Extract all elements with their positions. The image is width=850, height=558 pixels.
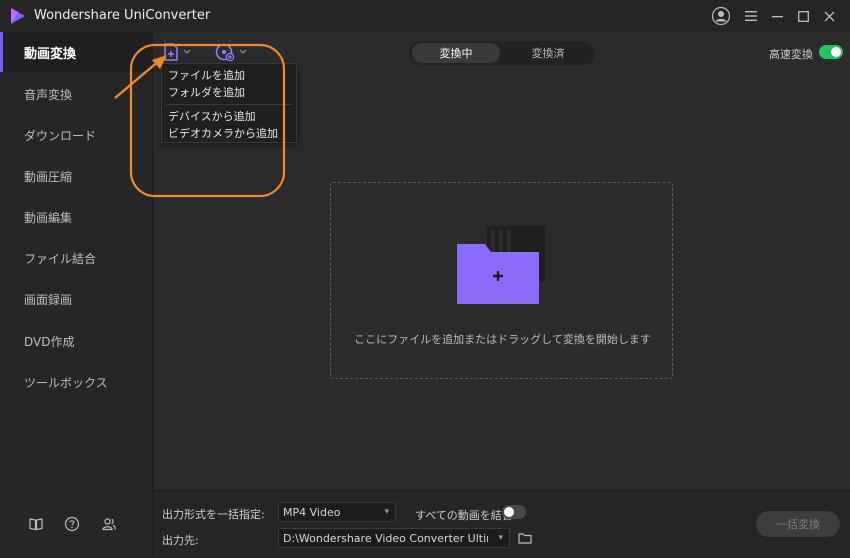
drop-zone[interactable]: ここにファイルを追加またはドラッグして変換を開始します [330,182,673,379]
drop-zone-hint: ここにファイルを追加またはドラッグして変換を開始します [354,333,651,346]
output-path-select[interactable]: D:\Wondershare Video Converter Ultimate\… [278,528,510,548]
chevron-down-icon [239,49,247,54]
sidebar-item-audio-convert[interactable]: 音声変換 [0,74,153,114]
account-icon[interactable] [710,5,732,27]
sidebar-item-label: 動画編集 [24,210,73,225]
sidebar-item-label: 動画圧縮 [24,169,73,184]
add-disc-icon [215,43,235,62]
tab-converting[interactable]: 変換中 [412,43,500,63]
sidebar-item-screen-record[interactable]: 画面録画 [0,279,153,319]
toggle-knob [831,47,841,57]
help-icon[interactable] [64,516,80,532]
folder-add-icon [457,226,545,304]
menu-item-add-folder[interactable]: フォルダを追加 [168,84,245,100]
sidebar-item-dvd[interactable]: DVD作成 [0,321,153,361]
main-panel: 変換中 変換済 高速変換 ファイルを追加 フォルダを追加 デバイスから追加 ビデ… [153,32,850,558]
app-title: Wondershare UniConverter [34,8,211,23]
merge-toggle[interactable] [502,505,526,519]
sidebar-item-label: ダウンロード [24,128,97,143]
output-path-label: 出力先: [162,534,199,547]
chevron-down-icon: ▾ [384,507,389,517]
sidebar: 動画変換 音声変換 ダウンロード 動画圧縮 動画編集 ファイル結合 画面録画 D… [0,32,153,558]
book-icon[interactable] [28,516,44,532]
speed-label: 高速変換 [769,48,813,61]
chevron-down-icon [183,49,191,54]
menu-item-add-from-device[interactable]: デバイスから追加 [168,108,256,124]
app-logo-icon [11,8,25,24]
speed-toggle[interactable] [819,45,843,59]
close-icon[interactable] [818,5,840,27]
add-dropdown-menu: ファイルを追加 フォルダを追加 デバイスから追加 ビデオカメラから追加 [161,63,297,143]
output-format-label: 出力形式を一括指定: [162,508,265,521]
status-tabs: 変換中 変換済 [409,41,595,65]
menu-icon[interactable] [740,5,762,27]
add-file-icon [164,43,178,61]
output-format-value: MP4 Video [283,505,341,519]
sidebar-item-label: 動画変換 [24,46,77,62]
output-path-value: D:\Wondershare Video Converter Ultimate\… [283,531,488,545]
sidebar-item-download[interactable]: ダウンロード [0,115,153,155]
sidebar-item-merge[interactable]: ファイル結合 [0,238,153,278]
tab-label: 変換済 [531,47,565,60]
tab-label: 変換中 [439,47,473,60]
output-format-select[interactable]: MP4 Video ▾ [278,502,396,522]
bottom-bar: 出力形式を一括指定: MP4 Video ▾ すべての動画を結合 出力先: D:… [153,490,850,558]
sidebar-item-label: ファイル結合 [24,251,97,266]
menu-divider [166,104,292,105]
users-icon[interactable] [101,516,117,532]
sidebar-item-edit[interactable]: 動画編集 [0,197,153,237]
convert-all-button[interactable]: 一括変換 [756,511,840,537]
menu-item-add-from-camcorder[interactable]: ビデオカメラから追加 [168,125,278,141]
add-disc-button[interactable] [215,42,247,62]
open-folder-icon[interactable] [518,532,532,544]
menu-item-add-file[interactable]: ファイルを追加 [168,67,245,83]
sidebar-item-label: ツールボックス [24,375,108,390]
add-file-button[interactable] [163,42,191,62]
chevron-down-icon: ▾ [498,533,503,543]
maximize-icon[interactable] [792,5,814,27]
convert-all-label: 一括変換 [776,518,820,531]
sidebar-item-toolbox[interactable]: ツールボックス [0,362,153,402]
sidebar-item-label: DVD作成 [24,334,75,349]
toggle-knob [504,507,514,517]
merge-label: すべての動画を結合 [415,509,513,522]
sidebar-item-compress[interactable]: 動画圧縮 [0,156,153,196]
sidebar-item-label: 画面録画 [24,292,73,307]
title-bar: Wondershare UniConverter [0,0,850,32]
tab-converted[interactable]: 変換済 [505,41,591,65]
sidebar-item-video-convert[interactable]: 動画変換 [0,32,153,72]
minimize-icon[interactable] [766,5,788,27]
sidebar-item-label: 音声変換 [24,87,73,102]
